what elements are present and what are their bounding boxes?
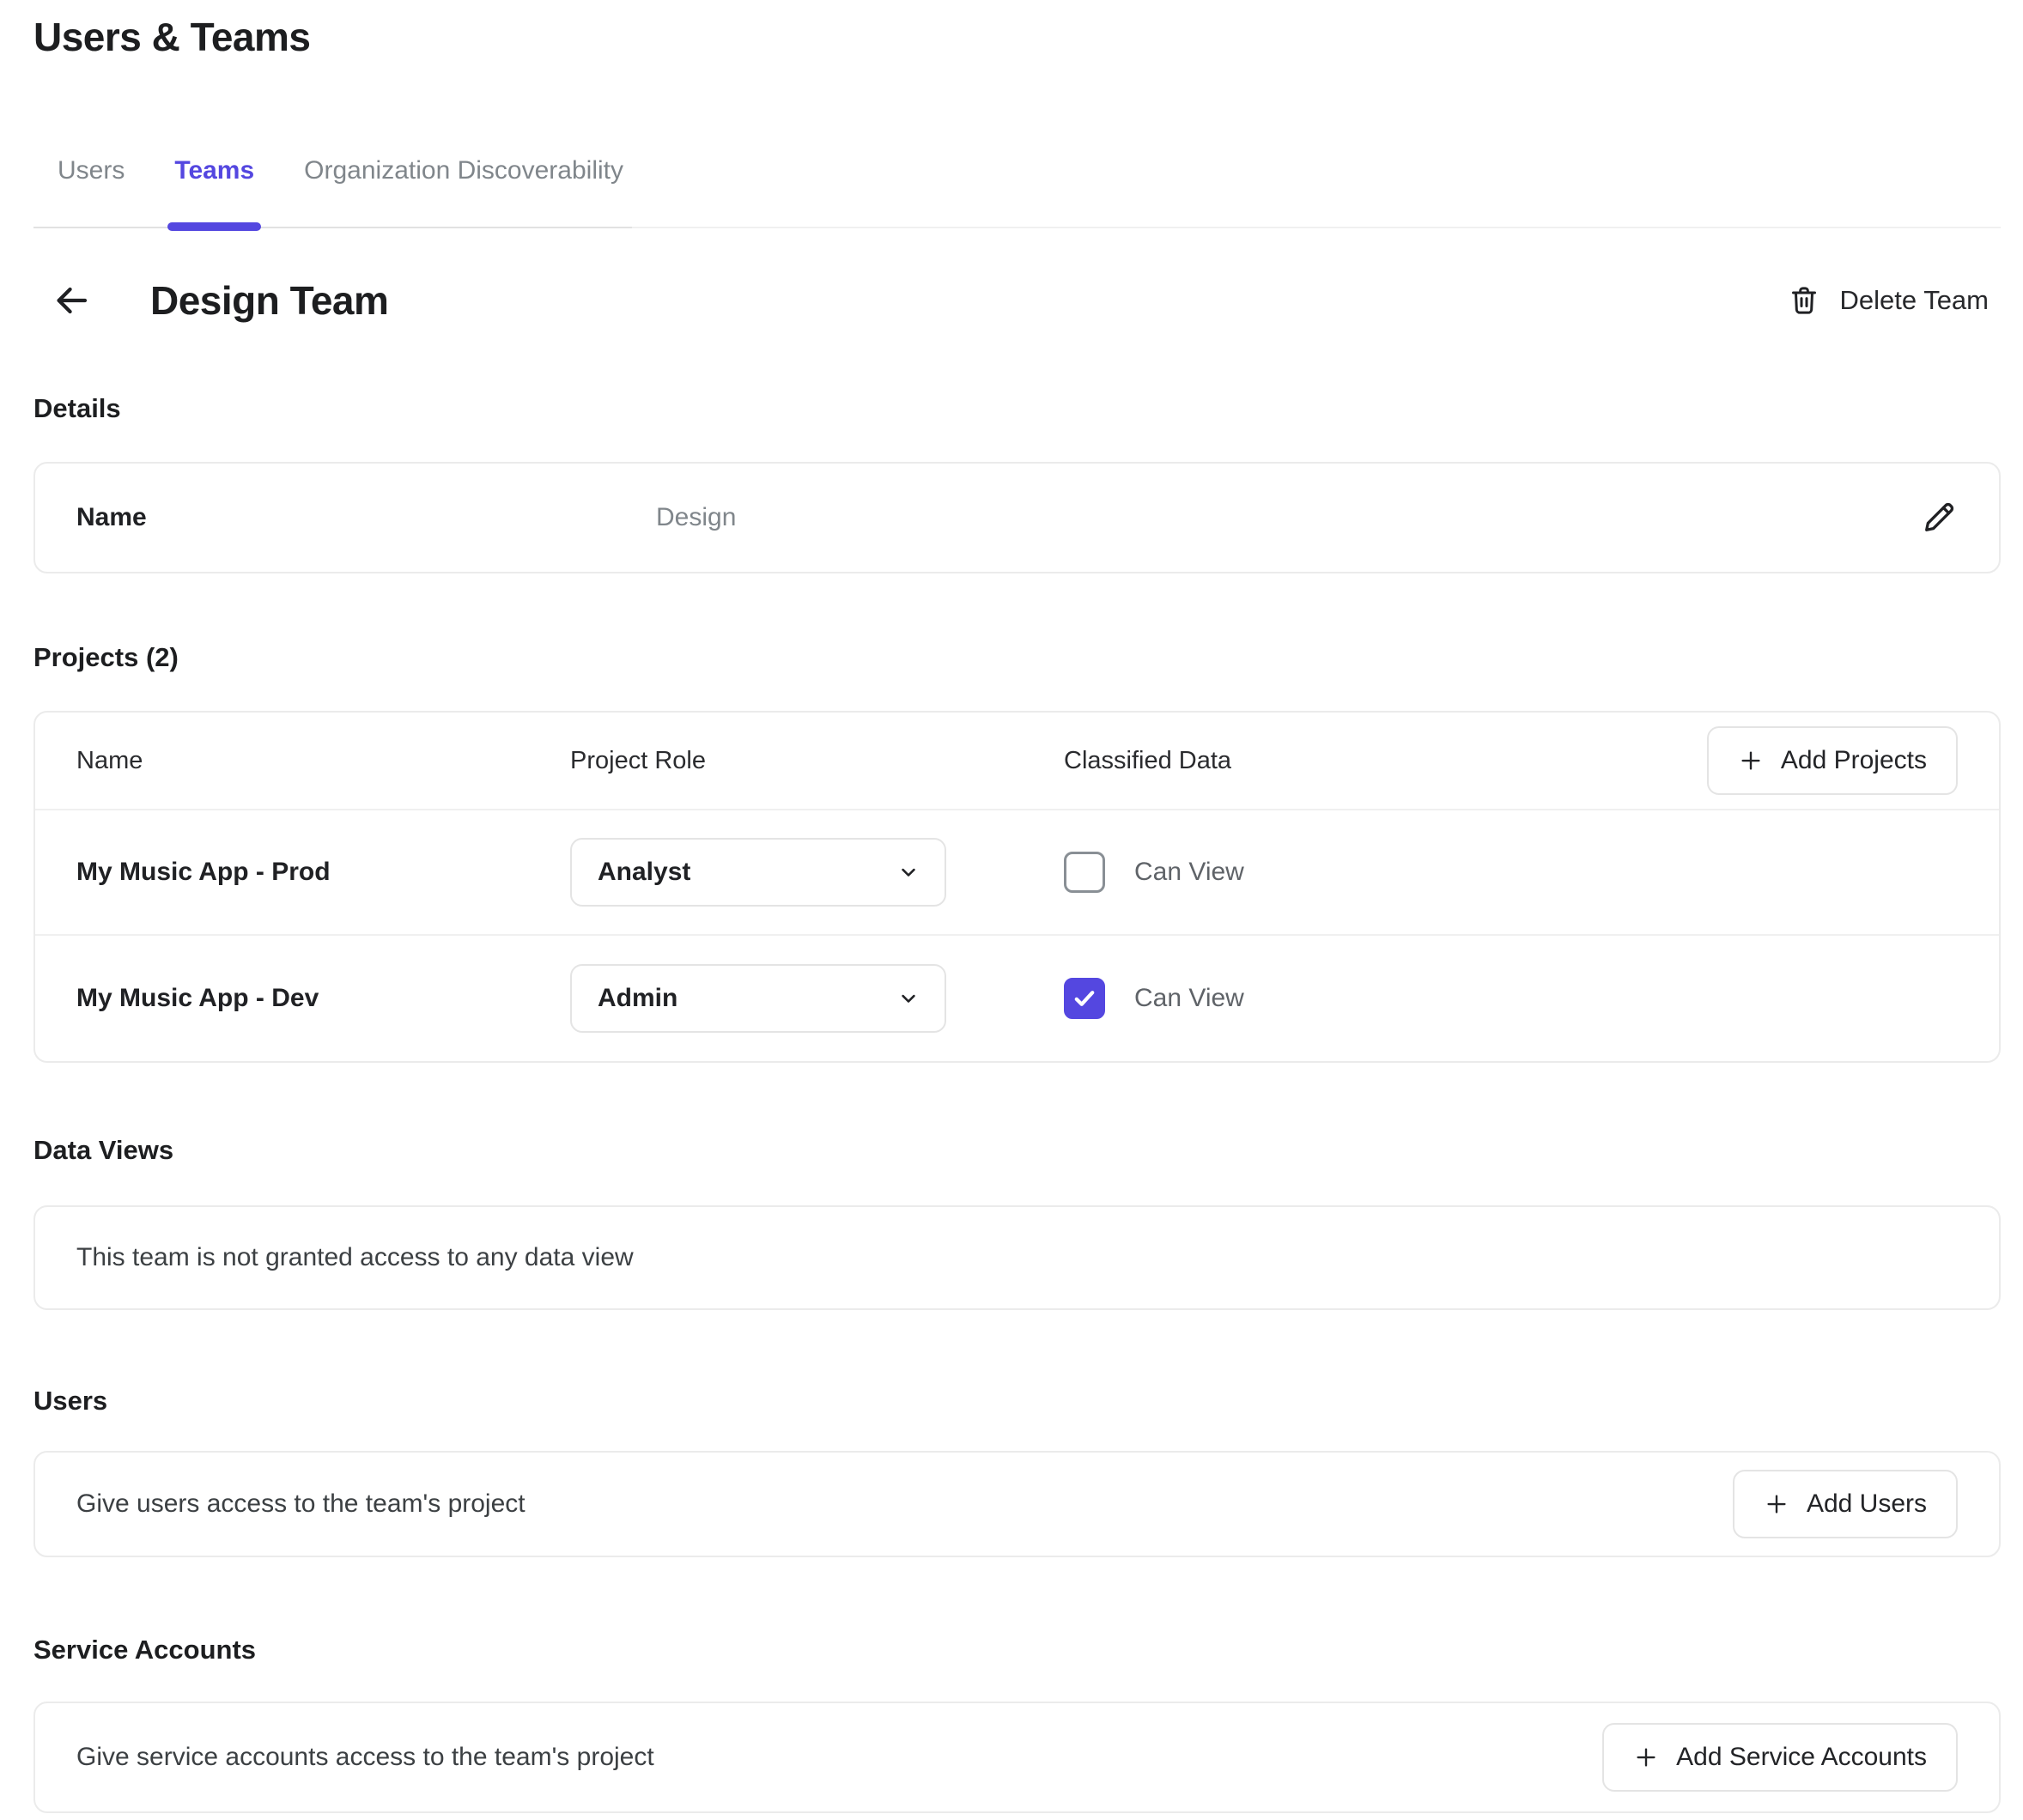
check-icon	[1070, 984, 1099, 1013]
tab-teams-label: Teams	[174, 156, 254, 185]
checkbox-box	[1064, 978, 1105, 1019]
delete-team-button[interactable]: Delete Team	[1787, 283, 1989, 318]
project-role-select[interactable]: Analyst	[570, 838, 946, 907]
projects-table-header: Name Project Role Classified Data Add Pr…	[35, 713, 1999, 810]
tab-teams[interactable]: Teams	[174, 156, 254, 227]
tab-users-label: Users	[58, 156, 125, 185]
details-card: Name Design	[33, 462, 2001, 573]
chevron-down-icon	[896, 860, 920, 884]
data-views-section: Data Views This team is not granted acce…	[33, 1135, 2001, 1310]
details-section: Details Name Design	[33, 393, 2001, 573]
checkbox-box	[1064, 852, 1105, 893]
add-service-accounts-label: Add Service Accounts	[1676, 1743, 1927, 1772]
projects-heading: Projects (2)	[33, 642, 2001, 673]
service-accounts-card: Give service accounts access to the team…	[33, 1702, 2001, 1813]
add-users-label: Add Users	[1807, 1489, 1927, 1519]
can-view-checkbox[interactable]: Can View	[1064, 978, 1958, 1019]
project-role-select[interactable]: Admin	[570, 964, 946, 1033]
column-project-role: Project Role	[570, 747, 1064, 775]
tab-list: Users Teams Organization Discoverability	[33, 156, 632, 228]
edit-name-button[interactable]	[1917, 495, 1961, 540]
tab-organization-discoverability[interactable]: Organization Discoverability	[304, 156, 623, 227]
users-message: Give users access to the team's project	[76, 1489, 525, 1519]
name-value: Design	[656, 503, 736, 532]
add-projects-button[interactable]: Add Projects	[1707, 726, 1958, 795]
delete-team-label: Delete Team	[1840, 285, 1989, 316]
can-view-label: Can View	[1134, 858, 1244, 887]
add-users-button[interactable]: Add Users	[1733, 1470, 1958, 1538]
chevron-down-icon	[896, 986, 920, 1010]
service-accounts-section: Service Accounts Give service accounts a…	[33, 1635, 2001, 1813]
trash-icon	[1787, 283, 1821, 318]
projects-table: Name Project Role Classified Data Add Pr…	[33, 711, 2001, 1063]
tab-organization-discoverability-label: Organization Discoverability	[304, 156, 623, 185]
project-role-value: Analyst	[598, 858, 690, 887]
column-classified-data: Classified Data	[1064, 747, 1707, 775]
add-projects-label: Add Projects	[1781, 746, 1927, 775]
project-row-dev: My Music App - Dev Admin	[35, 936, 1999, 1061]
add-service-accounts-button[interactable]: Add Service Accounts	[1602, 1723, 1958, 1792]
project-name: My Music App - Dev	[76, 984, 570, 1013]
users-teams-page: Users & Teams Users Teams Organization D…	[0, 0, 2023, 1813]
service-accounts-heading: Service Accounts	[33, 1635, 2001, 1665]
project-name: My Music App - Prod	[76, 858, 570, 887]
data-views-card: This team is not granted access to any d…	[33, 1205, 2001, 1310]
team-header: Design Team Delete Team	[33, 275, 2001, 326]
users-card: Give users access to the team's project …	[33, 1451, 2001, 1557]
can-view-label: Can View	[1134, 984, 1244, 1013]
plus-icon	[1633, 1744, 1659, 1770]
project-role-value: Admin	[598, 984, 677, 1013]
plus-icon	[1738, 748, 1764, 774]
tab-users[interactable]: Users	[58, 156, 125, 227]
name-label: Name	[76, 503, 147, 532]
page-title: Users & Teams	[33, 14, 2001, 60]
service-accounts-message: Give service accounts access to the team…	[76, 1743, 654, 1772]
data-views-heading: Data Views	[33, 1135, 2001, 1166]
plus-icon	[1764, 1491, 1789, 1517]
project-row-prod: My Music App - Prod Analyst	[35, 810, 1999, 936]
can-view-checkbox[interactable]: Can View	[1064, 852, 1958, 893]
check-icon	[1070, 858, 1099, 887]
users-section: Users Give users access to the team's pr…	[33, 1386, 2001, 1557]
details-heading: Details	[33, 393, 2001, 424]
arrow-left-icon	[51, 280, 92, 321]
back-button[interactable]	[46, 275, 97, 326]
column-name: Name	[76, 747, 570, 775]
team-title: Design Team	[150, 277, 388, 324]
pencil-icon	[1920, 499, 1958, 537]
projects-section: Projects (2) Name Project Role Classifie…	[33, 642, 2001, 1063]
tab-bar: Users Teams Organization Discoverability	[33, 156, 2001, 228]
users-heading: Users	[33, 1386, 2001, 1417]
data-views-empty-message: This team is not granted access to any d…	[76, 1243, 634, 1272]
